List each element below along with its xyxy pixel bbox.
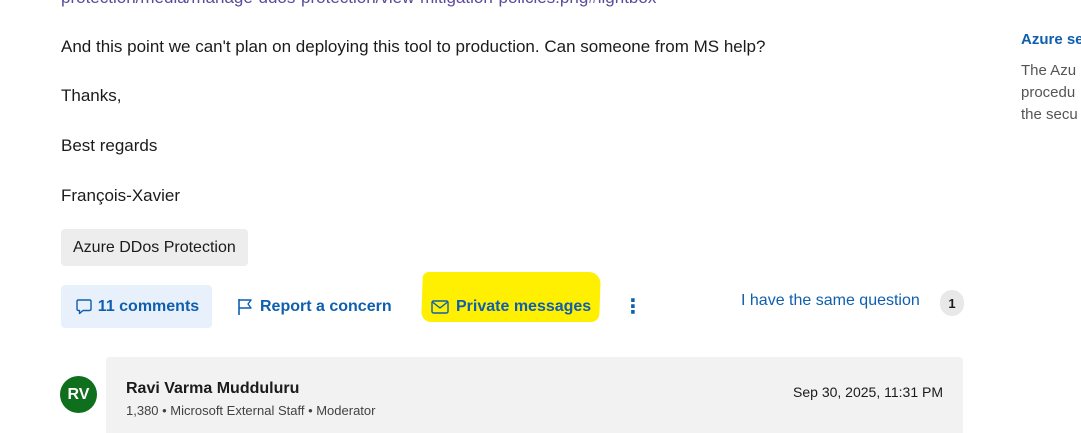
comment-author[interactable]: Ravi Varma Mudduluru: [126, 380, 299, 398]
sidebar-text-line: procedu: [1021, 84, 1076, 101]
tag-azure-ddos-protection[interactable]: Azure DDos Protection: [61, 229, 248, 266]
comment-author-meta: 1,380 • Microsoft External Staff • Moder…: [126, 403, 376, 418]
image-link[interactable]: protection/media/manage-ddos-protection/…: [61, 0, 656, 8]
sidebar-text-line: The Azu: [1021, 62, 1077, 79]
more-vertical-icon: ⋮: [623, 296, 643, 318]
report-concern-label: Report a concern: [260, 297, 392, 315]
sidebar-title[interactable]: Azure se: [1021, 31, 1081, 48]
comments-button[interactable]: 11 comments: [61, 285, 212, 328]
comment-card: Ravi Varma Mudduluru 1,380 • Microsoft E…: [106, 357, 963, 433]
question-paragraph: And this point we can't plan on deployin…: [61, 37, 766, 56]
comment-icon: [74, 297, 94, 317]
private-messages-button[interactable]: Private messages: [430, 285, 591, 328]
report-concern-button[interactable]: Report a concern: [236, 285, 392, 328]
same-question-button[interactable]: I have the same question: [741, 292, 920, 310]
more-options-button[interactable]: ⋮: [622, 285, 644, 328]
page: protection/media/manage-ddos-protection/…: [0, 0, 1081, 433]
private-messages-label: Private messages: [456, 297, 592, 315]
avatar[interactable]: RV: [60, 376, 97, 413]
comments-label: 11 comments: [97, 297, 200, 315]
flag-icon: [236, 297, 254, 317]
question-paragraph: Best regards: [61, 136, 158, 155]
question-signature: François-Xavier: [61, 186, 181, 205]
mail-icon: [430, 298, 450, 316]
question-paragraph: Thanks,: [61, 86, 122, 105]
sidebar-text-line: the secu: [1021, 106, 1078, 123]
comment-timestamp: Sep 30, 2025, 11:31 PM: [793, 384, 943, 400]
same-question-count-badge: 1: [940, 290, 964, 316]
